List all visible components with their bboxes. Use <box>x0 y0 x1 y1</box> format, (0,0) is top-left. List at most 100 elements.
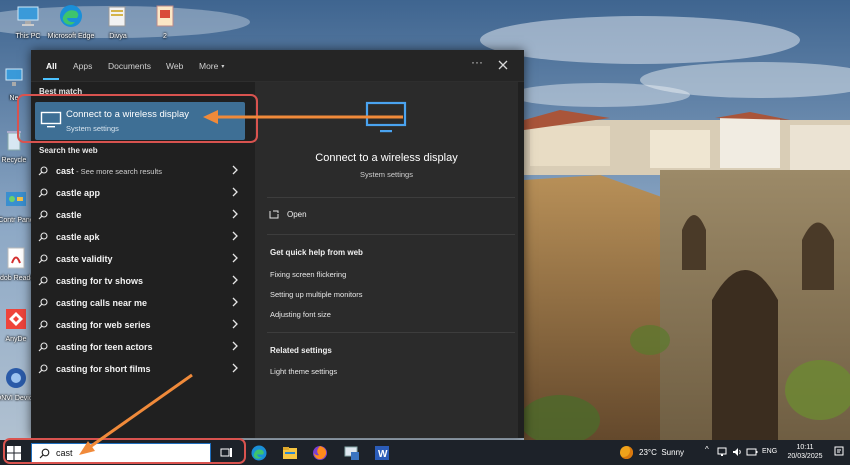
chevron-right-icon <box>232 363 238 373</box>
search-tabs-bar: All Apps Documents Web More ▾ ··· <box>31 50 524 82</box>
divider <box>267 332 515 333</box>
web-result-hint: - See more search results <box>74 167 162 176</box>
open-button[interactable]: Open <box>269 208 389 224</box>
chevron-right-icon <box>232 231 238 241</box>
related-settings-heading: Related settings <box>270 346 332 355</box>
chevron-right-icon <box>232 275 238 285</box>
search-icon <box>38 254 48 264</box>
sunny-weather-icon <box>620 446 633 459</box>
web-result-text: casting for web series <box>56 320 151 330</box>
volume-icon[interactable] <box>732 447 742 457</box>
weather-text: 23°C Sunny <box>639 448 684 457</box>
web-result-text: casting for tv shows <box>56 276 144 286</box>
web-result-item[interactable]: casting for tv shows <box>35 271 243 291</box>
monitor-icon <box>365 101 407 133</box>
search-icon <box>38 298 48 308</box>
web-result-item[interactable]: castle app <box>35 183 243 203</box>
anydesk-logo-icon <box>6 309 26 329</box>
chevron-right-icon <box>232 297 238 307</box>
web-result-item[interactable]: casting for web series <box>35 315 243 335</box>
web-result-item[interactable]: casting for teen actors <box>35 337 243 357</box>
onvif-logo-icon <box>6 368 26 388</box>
file-explorer-icon[interactable] <box>282 445 298 461</box>
clock-date: 20/03/2025 <box>787 453 823 460</box>
clock[interactable]: 10:11 20/03/2025 <box>784 443 826 461</box>
search-icon <box>38 232 48 242</box>
web-result-text: casting for teen actors <box>56 342 153 352</box>
remote-desktop-icon[interactable] <box>344 445 360 461</box>
open-label: Open <box>287 210 307 219</box>
tab-all[interactable]: All <box>46 61 57 71</box>
help-link[interactable]: Fixing screen flickering <box>270 270 346 279</box>
divider <box>267 197 515 198</box>
chevron-right-icon <box>232 319 238 329</box>
search-icon <box>38 320 48 330</box>
search-icon <box>38 188 48 198</box>
chevron-right-icon <box>232 341 238 351</box>
edge-logo-icon <box>60 5 82 27</box>
highlight-taskbar-box <box>3 438 246 464</box>
weather-condition: Sunny <box>661 448 685 457</box>
active-tab-indicator <box>43 78 59 80</box>
search-icon <box>38 364 48 374</box>
search-icon <box>38 166 48 176</box>
weather-temperature: 23°C <box>639 448 657 457</box>
weather-widget[interactable]: 23°C Sunny <box>620 445 700 461</box>
file-2-icon[interactable]: 2 <box>137 4 193 41</box>
search-icon <box>38 210 48 220</box>
network-computer-icon <box>5 68 23 86</box>
notification-icon[interactable] <box>834 446 844 457</box>
web-result-text: cast - See more search results <box>56 166 162 176</box>
hidden-icons-caret-icon[interactable]: ^ <box>705 445 709 454</box>
edge-browser-icon[interactable] <box>251 445 267 461</box>
web-result-item[interactable]: castle <box>35 205 243 225</box>
tab-documents[interactable]: Documents <box>108 61 151 71</box>
word-icon[interactable]: W <box>374 445 390 461</box>
battery-icon[interactable] <box>746 447 758 457</box>
chevron-right-icon <box>232 165 238 175</box>
preview-subtitle: System settings <box>360 170 413 179</box>
divider <box>267 234 515 235</box>
svg-text:W: W <box>378 449 388 460</box>
web-result-text: castle app <box>56 188 101 198</box>
web-result-text: casting for short films <box>56 364 151 374</box>
help-link[interactable]: Adjusting font size <box>270 310 331 319</box>
folder-icon <box>108 6 126 27</box>
tab-more[interactable]: More ▾ <box>199 61 224 71</box>
web-result-item[interactable]: caste validity <box>35 249 243 269</box>
language-indicator[interactable]: ENG <box>762 448 777 455</box>
preview-pane: Connect to a wireless display System set… <box>255 82 518 438</box>
web-result-text: caste validity <box>56 254 113 264</box>
clock-time: 10:11 <box>796 444 814 451</box>
help-link[interactable]: Setting up multiple monitors <box>270 290 363 299</box>
close-icon[interactable] <box>496 58 510 72</box>
web-result-text: castle apk <box>56 232 100 242</box>
related-link[interactable]: Light theme settings <box>270 367 337 376</box>
open-icon <box>269 210 279 219</box>
firefox-icon[interactable] <box>312 445 328 461</box>
web-result-item[interactable]: castle apk <box>35 227 243 247</box>
pdf-icon <box>7 247 25 269</box>
network-status-icon[interactable] <box>717 447 727 457</box>
highlight-best-match-box <box>17 94 258 143</box>
preview-title: Connect to a wireless display <box>315 152 458 164</box>
quick-help-heading: Get quick help from web <box>270 248 363 257</box>
chevron-right-icon <box>232 187 238 197</box>
web-result-query: cast <box>56 166 75 176</box>
web-result-text: casting calls near me <box>56 298 148 308</box>
control-panel-glyph-icon <box>6 192 26 206</box>
search-icon <box>38 342 48 352</box>
web-result-item[interactable]: casting calls near me <box>35 293 243 313</box>
tab-more-label: More <box>199 61 219 71</box>
tab-apps[interactable]: Apps <box>73 61 92 71</box>
document-icon <box>156 5 174 27</box>
chevron-right-icon <box>232 209 238 219</box>
tab-web[interactable]: Web <box>166 61 183 71</box>
search-icon <box>38 276 48 286</box>
web-result-item[interactable]: cast - See more search results <box>35 161 243 181</box>
web-result-text: castle <box>56 210 82 220</box>
chevron-down-icon: ▾ <box>221 64 225 70</box>
web-result-item[interactable]: casting for short films <box>35 359 243 379</box>
search-the-web-heading: Search the web <box>39 146 98 155</box>
more-options-button[interactable]: ··· <box>469 56 485 73</box>
